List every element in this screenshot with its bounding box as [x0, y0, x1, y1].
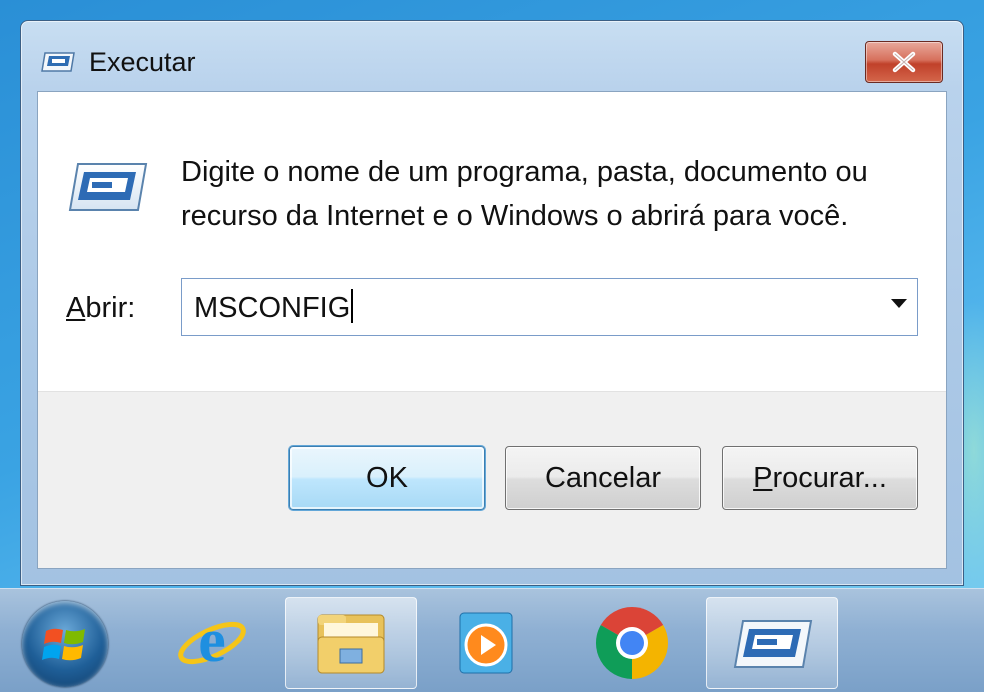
- title-bar[interactable]: Executar: [21, 21, 963, 91]
- svg-text:e: e: [198, 607, 226, 675]
- windows-explorer-folder-icon: [317, 614, 385, 674]
- close-icon: [892, 51, 916, 73]
- open-input-value: MSCONFIG: [194, 292, 351, 324]
- text-cursor: [351, 289, 354, 323]
- taskbar-item-explorer[interactable]: [285, 597, 417, 689]
- browse-accelerator: P: [753, 461, 773, 494]
- run-dialog-icon: [733, 620, 813, 668]
- windows-media-player-icon: [459, 612, 513, 674]
- internet-explorer-icon: e: [178, 607, 246, 675]
- dropdown-arrow-icon[interactable]: [891, 299, 907, 308]
- run-app-icon: [41, 52, 75, 72]
- google-chrome-icon: [595, 607, 669, 679]
- browse-button[interactable]: Procurar...: [722, 446, 918, 510]
- start-button[interactable]: [22, 601, 108, 687]
- browse-label: rocurar...: [772, 461, 887, 494]
- instructions-line-1: Digite o nome de um programa, pasta, doc…: [181, 156, 868, 188]
- taskbar-item-internet-explorer[interactable]: e: [146, 597, 278, 689]
- window-title: Executar: [89, 47, 196, 77]
- windows-start-orb-icon: [42, 628, 85, 661]
- ok-button[interactable]: OK: [289, 446, 485, 510]
- close-button[interactable]: [865, 41, 943, 83]
- taskbar: e: [0, 588, 984, 692]
- dialog-content: Digite o nome de um programa, pasta, doc…: [37, 91, 947, 569]
- open-input[interactable]: MSCONFIG: [194, 289, 354, 325]
- run-dialog: Executar Digite o nome de um programa, p…: [20, 20, 964, 586]
- taskbar-item-media-player[interactable]: [420, 597, 552, 689]
- taskbar-item-chrome[interactable]: [566, 597, 698, 689]
- instructions-text: Digite o nome de um programa, pasta, doc…: [181, 150, 921, 238]
- open-label-text: brir:: [85, 292, 136, 324]
- open-label-accelerator: A: [66, 292, 86, 324]
- run-large-icon: [68, 163, 148, 211]
- open-combobox[interactable]: MSCONFIG: [181, 278, 918, 336]
- instructions-line-2: recurso da Internet e o Windows o abrirá…: [181, 200, 849, 232]
- button-bar: OK Cancelar Procurar...: [38, 391, 946, 568]
- cancel-button[interactable]: Cancelar: [505, 446, 701, 510]
- taskbar-item-run[interactable]: [706, 597, 838, 689]
- open-label: Abrir:: [66, 292, 135, 325]
